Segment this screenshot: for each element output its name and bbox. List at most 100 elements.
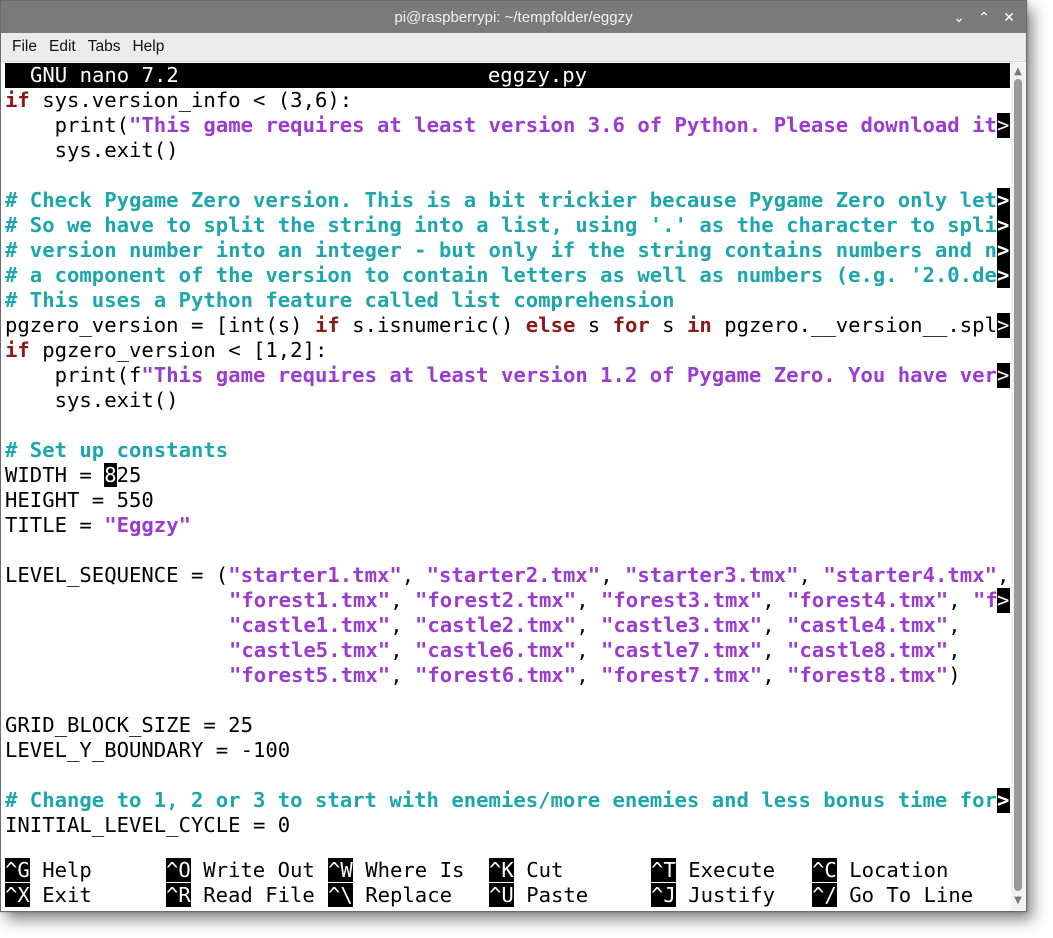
shortcut-cut[interactable]: ^K Cut [489,858,563,883]
shortcut-label: Paste [513,883,589,907]
menu-edit[interactable]: Edit [43,33,82,61]
code-text: , [762,663,787,687]
shortcut-paste[interactable]: ^U Paste [489,883,588,908]
code-text: , [390,588,415,612]
code-text: 25 [116,463,142,487]
shortcut-key: ^U [489,883,514,907]
comment-text: # So we have to split the string into a … [5,213,997,237]
code-string: "starter4.tmx" [823,563,997,587]
code-string: "forest5.tmx" [229,663,391,687]
code-string: "castle8.tmx" [787,638,949,662]
code-keyword: if [314,313,340,337]
code-text: , [576,588,601,612]
terminal-area[interactable]: GNU nano 7.2 eggzy.py if sys.version_inf… [5,63,1010,910]
code-keyword: if [5,338,30,362]
code-text: s [649,313,687,337]
code-string: "forest2.tmx" [415,588,577,612]
shortcut-read-file[interactable]: ^R Read File [166,883,315,908]
shortcut-key: ^\ [328,883,353,907]
code-string: "This game requires at least version 3.6… [129,113,997,137]
code-string: "castle1.tmx" [229,613,391,637]
shortcut-justify[interactable]: ^J Justify [651,883,775,908]
code-line: INITIAL_LEVEL_CYCLE = 0 [5,813,291,837]
code-line: print(f"This game requires at least vers… [5,363,1010,388]
shortcut-replace[interactable]: ^\ Replace [328,883,452,908]
menu-file[interactable]: File [6,33,43,61]
code-text: print(f [5,363,142,387]
code-line: sys.exit() [5,138,179,162]
code-text: pgzero.__version__.spl [711,313,997,337]
title-bar[interactable]: pi@raspberrypi: ~/tempfolder/eggzy ⌄ ⌃ ✕ [1,1,1026,33]
line-overflow-marker: > [997,588,1010,613]
code-line: if pgzero_version < [1,2]: [5,338,327,363]
vertical-scrollbar[interactable]: ▲ ▼ [1011,63,1025,910]
code-text: , [762,613,787,637]
code-text: , [948,638,961,662]
code-text: , [762,588,787,612]
shortcut-label: Justify [675,883,776,907]
code-keyword: if [5,88,30,112]
code-text: s [575,313,613,337]
terminal-window: pi@raspberrypi: ~/tempfolder/eggzy ⌄ ⌃ ✕… [0,0,1027,912]
shortcut-write-out[interactable]: ^O Write Out [166,858,315,883]
code-text: LEVEL_SEQUENCE = ( [5,563,229,587]
menu-tabs[interactable]: Tabs [82,33,127,61]
code-line: sys.exit() [5,388,179,412]
scroll-up-icon[interactable]: ▲ [1011,65,1025,79]
shortcut-location[interactable]: ^C Location [812,858,948,883]
code-string: "starter1.tmx" [228,563,402,587]
scrollbar-thumb[interactable] [1014,79,1022,891]
code-text: , [390,638,415,662]
code-text: , [762,638,787,662]
shortcut-go-to-line[interactable]: ^/ Go To Line [812,883,973,908]
close-icon[interactable]: ✕ [998,7,1020,27]
shortcut-execute[interactable]: ^T Execute [651,858,775,883]
code-comment: # Check Pygame Zero version. This is a b… [5,188,1010,213]
code-text: , [600,563,625,587]
code-string: "forest8.tmx" [787,663,949,687]
line-overflow-marker: > [997,363,1010,388]
shortcut-exit[interactable]: ^X Exit [5,883,92,908]
code-keyword: else [525,313,576,337]
code-text: , [798,563,824,587]
code-string: "castle6.tmx" [415,638,577,662]
comment-text: # a component of the version to contain … [5,263,997,287]
shortcut-help[interactable]: ^G Help [5,858,92,883]
code-text: , [948,588,973,612]
shortcut-key: ^/ [812,883,837,907]
shortcut-label: Exit [29,883,92,907]
comment-text: # Change to 1, 2 or 3 to start with enem… [5,788,997,812]
code-line: if sys.version_info < (3,6): [5,88,352,113]
code-line: pgzero_version = [int(s) if s.isnumeric(… [5,313,1010,338]
code-string: "castle5.tmx" [229,638,391,662]
nano-filename: eggzy.py [487,63,588,87]
line-overflow-marker: > [997,188,1010,213]
shortcut-where-is[interactable]: ^W Where Is [328,858,464,883]
maximize-icon[interactable]: ⌃ [973,7,995,27]
line-overflow-marker: > [997,263,1010,288]
minimize-icon[interactable]: ⌄ [948,7,970,27]
code-line: "forest1.tmx", "forest2.tmx", "forest3.t… [229,588,1010,613]
code-string: "Eggzy" [104,513,191,537]
line-overflow-marker: > [997,313,1010,338]
code-text: s.isnumeric() [339,313,526,337]
shortcut-label: Location [836,858,949,882]
code-line: "castle1.tmx", "castle2.tmx", "castle3.t… [229,613,961,638]
scroll-down-icon[interactable]: ▼ [1011,894,1025,908]
menu-help[interactable]: Help [126,33,170,61]
code-comment: # So we have to split the string into a … [5,213,1010,238]
code-line: LEVEL_Y_BOUNDARY = -100 [5,738,291,762]
menu-bar: File Edit Tabs Help [1,33,1026,62]
line-overflow-marker: > [997,113,1010,138]
code-line: "castle5.tmx", "castle6.tmx", "castle7.t… [229,638,961,663]
window-title: pi@raspberrypi: ~/tempfolder/eggzy [394,9,633,26]
shortcut-label: Execute [675,858,776,882]
shortcut-key: ^W [328,858,353,882]
shortcut-key: ^J [651,883,676,907]
code-comment: # version number into an integer - but o… [5,238,1010,263]
code-comment: # a component of the version to contain … [5,263,1010,288]
code-text: , [997,563,1010,587]
shortcut-key: ^R [166,883,191,907]
code-string: "castle3.tmx" [601,613,763,637]
code-text: sys.version_info < (3,6): [29,88,353,112]
